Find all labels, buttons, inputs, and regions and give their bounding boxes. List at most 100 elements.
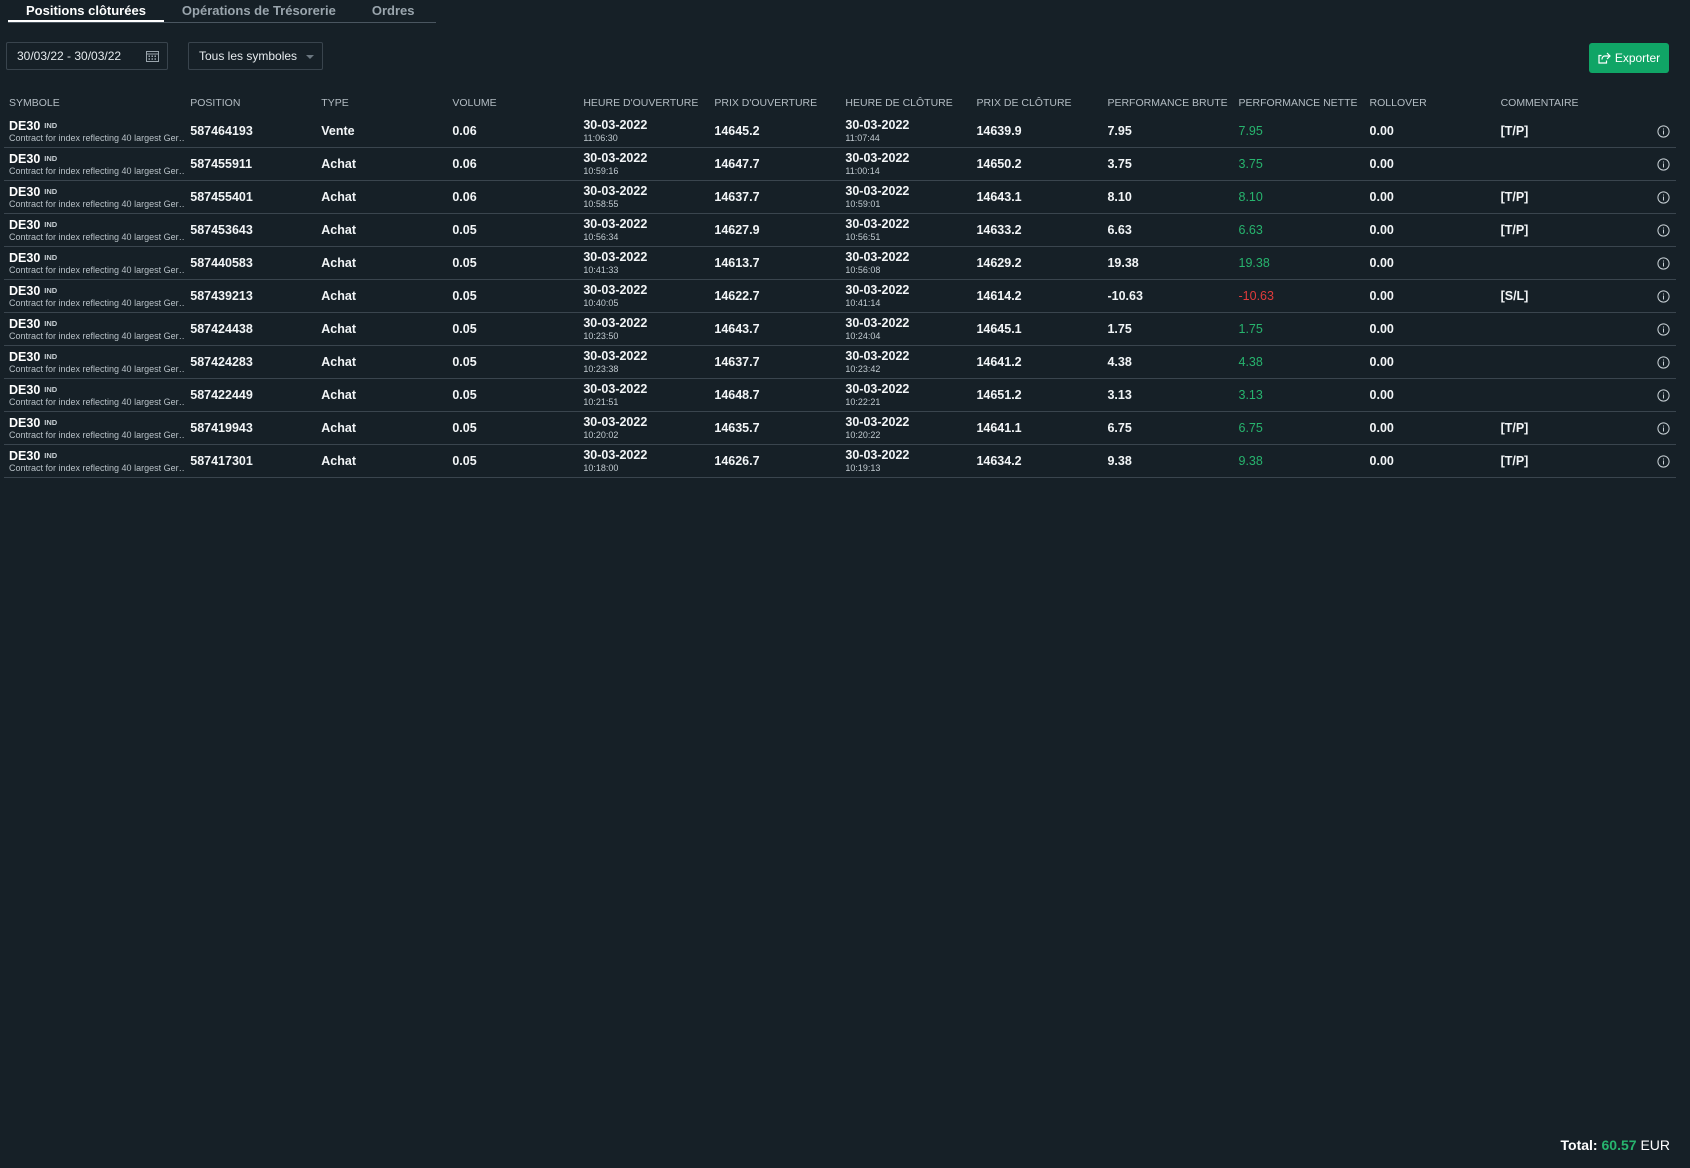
column-header[interactable]: PRIX DE CLÔTURE [971, 97, 1102, 109]
table-row[interactable]: DE30 IND Contract for index reflecting 40 … [4, 445, 1676, 478]
symbol-cell[interactable]: DE30 IND Contract for index reflecting 40 … [4, 152, 185, 177]
info-button[interactable] [1627, 124, 1676, 138]
position-id: 587453643 [190, 223, 253, 237]
position-id: 587424283 [190, 355, 253, 369]
open-time: 10:18:00 [583, 462, 619, 473]
rollover: 0.00 [1369, 388, 1394, 402]
info-button[interactable] [1627, 388, 1676, 402]
symbol-badge: IND [44, 450, 58, 460]
info-button[interactable] [1627, 190, 1676, 204]
date-range-picker[interactable]: 30/03/22 - 30/03/22 [6, 42, 168, 70]
symbol-cell[interactable]: DE30 IND Contract for index reflecting 40 … [4, 350, 185, 375]
close-price: 14629.2 [976, 256, 1022, 270]
column-header[interactable]: TYPE [316, 97, 447, 109]
share-icon [1598, 52, 1611, 64]
open-date: 30-03-2022 [583, 118, 648, 132]
tab-bar: Positions clôturées Opérations de Trésor… [8, 0, 436, 23]
column-header[interactable]: HEURE D'OUVERTURE [578, 97, 709, 109]
close-time: 10:59:01 [845, 198, 881, 209]
open-price: 14637.7 [714, 190, 760, 204]
symbol-line: DE30 IND [9, 185, 185, 199]
info-circle-icon [1657, 190, 1670, 204]
table-header: SYMBOLE POSITION TYPE VOLUME HEURE D'OUV… [4, 90, 1676, 115]
info-button[interactable] [1627, 322, 1676, 336]
position-id: 587422449 [190, 388, 253, 402]
column-header[interactable]: SYMBOLE [4, 97, 185, 109]
net-performance: 3.13 [1238, 388, 1263, 402]
tab-treasury-operations[interactable]: Opérations de Trésorerie [164, 0, 354, 22]
table-row[interactable]: DE30 IND Contract for index reflecting 40 … [4, 181, 1676, 214]
info-button[interactable] [1627, 157, 1676, 171]
open-price: 14622.7 [714, 289, 760, 303]
info-button[interactable] [1627, 223, 1676, 237]
column-header[interactable]: PERFORMANCE NETTE [1234, 97, 1365, 109]
column-header[interactable]: VOLUME [447, 97, 578, 109]
close-price: 14634.2 [976, 454, 1022, 468]
rollover: 0.00 [1369, 223, 1394, 237]
column-header[interactable]: HEURE DE CLÔTURE [840, 97, 971, 109]
info-button[interactable] [1627, 355, 1676, 369]
rollover: 0.00 [1369, 124, 1394, 138]
symbol-name: DE30 [9, 349, 41, 364]
tab-orders[interactable]: Ordres [354, 0, 433, 22]
net-performance: 8.10 [1238, 190, 1263, 204]
column-header[interactable]: PRIX D'OUVERTURE [709, 97, 840, 109]
column-header[interactable]: ROLLOVER [1365, 97, 1496, 109]
table-row[interactable]: DE30 IND Contract for index reflecting 40 … [4, 247, 1676, 280]
symbol-cell[interactable]: DE30 IND Contract for index reflecting 40 … [4, 284, 185, 309]
open-date: 30-03-2022 [583, 316, 648, 330]
symbol-cell[interactable]: DE30 IND Contract for index reflecting 40 … [4, 317, 185, 342]
symbol-cell[interactable]: DE30 IND Contract for index reflecting 40 … [4, 218, 185, 243]
net-performance: 7.95 [1238, 124, 1263, 138]
column-header[interactable]: COMMENTAIRE [1496, 97, 1627, 109]
rollover: 0.00 [1369, 322, 1394, 336]
table-row[interactable]: DE30 IND Contract for index reflecting 40 … [4, 115, 1676, 148]
symbol-cell[interactable]: DE30 IND Contract for index reflecting 40 … [4, 416, 185, 441]
symbol-name: DE30 [9, 118, 41, 133]
symbol-cell[interactable]: DE30 IND Contract for index reflecting 40 … [4, 185, 185, 210]
tab-closed-positions[interactable]: Positions clôturées [8, 0, 164, 22]
export-button[interactable]: Exporter [1589, 43, 1669, 73]
info-button[interactable] [1627, 454, 1676, 468]
symbol-description: Contract for index reflecting 40 largest… [9, 429, 185, 440]
symbol-cell[interactable]: DE30 IND Contract for index reflecting 40 … [4, 119, 185, 144]
table-row[interactable]: DE30 IND Contract for index reflecting 40 … [4, 280, 1676, 313]
info-circle-icon [1657, 223, 1670, 237]
symbol-description: Contract for index reflecting 40 largest… [9, 132, 185, 143]
date-range-value: 30/03/22 - 30/03/22 [17, 49, 122, 63]
symbol-badge: IND [44, 351, 58, 361]
symbol-cell[interactable]: DE30 IND Contract for index reflecting 40 … [4, 449, 185, 474]
close-date: 30-03-2022 [845, 382, 910, 396]
info-button[interactable] [1627, 289, 1676, 303]
symbol-select[interactable]: Tous les symboles [188, 42, 323, 70]
info-button[interactable] [1627, 421, 1676, 435]
gross-performance: -10.63 [1107, 289, 1143, 303]
volume: 0.05 [452, 256, 477, 270]
table-row[interactable]: DE30 IND Contract for index reflecting 40 … [4, 313, 1676, 346]
close-date: 30-03-2022 [845, 283, 910, 297]
symbol-cell[interactable]: DE30 IND Contract for index reflecting 40 … [4, 383, 185, 408]
close-date: 30-03-2022 [845, 250, 910, 264]
volume: 0.05 [452, 289, 477, 303]
symbol-badge: IND [44, 186, 58, 196]
table-row[interactable]: DE30 IND Contract for index reflecting 40 … [4, 214, 1676, 247]
table-row[interactable]: DE30 IND Contract for index reflecting 40 … [4, 346, 1676, 379]
symbol-name: DE30 [9, 217, 41, 232]
table-row[interactable]: DE30 IND Contract for index reflecting 40 … [4, 412, 1676, 445]
position-id: 587424438 [190, 322, 253, 336]
column-header[interactable]: POSITION [185, 97, 316, 109]
trade-type: Achat [321, 157, 357, 171]
info-button[interactable] [1627, 256, 1676, 270]
symbol-line: DE30 IND [9, 218, 185, 232]
column-header[interactable]: PERFORMANCE BRUTE [1102, 97, 1233, 109]
rollover: 0.00 [1369, 421, 1394, 435]
symbol-cell[interactable]: DE30 IND Contract for index reflecting 40 … [4, 251, 185, 276]
symbol-description: Contract for index reflecting 40 largest… [9, 297, 185, 308]
table-body: DE30 IND Contract for index reflecting 40 … [4, 115, 1676, 478]
open-date: 30-03-2022 [583, 151, 648, 165]
close-time-cell: 30-03-2022 10:23:42 [840, 350, 971, 375]
open-time: 10:41:33 [583, 264, 619, 275]
table-row[interactable]: DE30 IND Contract for index reflecting 40 … [4, 379, 1676, 412]
table-row[interactable]: DE30 IND Contract for index reflecting 40 … [4, 148, 1676, 181]
close-price: 14614.2 [976, 289, 1022, 303]
